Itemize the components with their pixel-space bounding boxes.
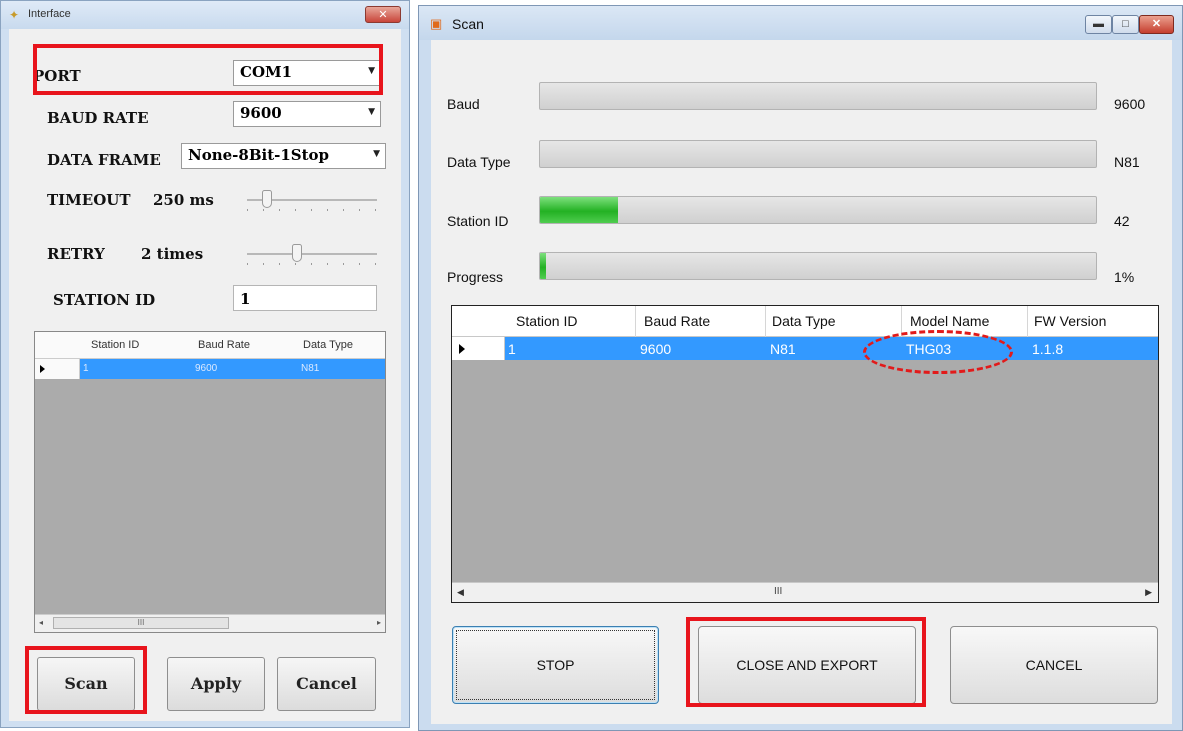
cancel-button[interactable]: Cancel	[277, 657, 376, 711]
scan-title: Scan	[452, 16, 484, 32]
retry-slider-thumb[interactable]	[292, 244, 302, 262]
scan-titlebar: ▣ Scan ▬ □ ✕	[419, 6, 1182, 40]
close-window-button[interactable]: ✕	[1139, 15, 1174, 34]
col-station-id[interactable]: Station ID	[91, 339, 139, 351]
cell-fw-version: 1.1.8	[1032, 341, 1064, 357]
col-fw-version[interactable]: FW Version	[1034, 313, 1106, 329]
timeout-label: TIMEOUT	[47, 191, 131, 209]
cell-data-type: N81	[301, 363, 320, 374]
scroll-left-icon[interactable]: ◀	[457, 587, 464, 598]
col-station-id[interactable]: Station ID	[516, 313, 577, 329]
cell-baud-rate: 9600	[640, 341, 672, 357]
station-id-progress-label: Station ID	[447, 213, 509, 229]
cell-data-type: N81	[770, 341, 796, 357]
scan-highlight-box	[25, 646, 147, 714]
data-type-progress-label: Data Type	[447, 154, 511, 170]
overall-progress-bar	[539, 252, 1097, 280]
data-type-progress-bar	[539, 140, 1097, 168]
retry-label: RETRY	[47, 245, 105, 263]
interface-close-button[interactable]: ✕	[365, 6, 401, 23]
dropdown-arrow-icon: ▼	[373, 149, 380, 159]
interface-grid-header: Station ID Baud Rate Data Type	[35, 332, 385, 359]
scan-app-icon: ▣	[430, 16, 443, 31]
station-id-label: STATION ID	[53, 291, 156, 309]
col-data-type[interactable]: Data Type	[772, 313, 836, 329]
timeout-value: 250 ms	[153, 191, 214, 209]
port-highlight-box	[33, 44, 383, 95]
interface-results-grid[interactable]: Station ID Baud Rate Data Type 1 9600 N8…	[34, 331, 386, 633]
scan-grid-header: Station ID Baud Rate Data Type Model Nam…	[452, 306, 1158, 337]
baud-rate-label: BAUD RATE	[47, 109, 149, 127]
scroll-right-icon[interactable]: ▶	[1145, 587, 1152, 598]
interface-title: Interface	[28, 8, 71, 20]
retry-slider[interactable]	[247, 241, 377, 267]
interface-titlebar: ✦ Interface ✕	[1, 1, 409, 29]
interface-client: PORT COM1 ▼ BAUD RATE 9600 ▼ DATA FRAME …	[9, 29, 401, 721]
data-type-progress-value: N81	[1114, 154, 1140, 170]
scroll-right-icon[interactable]: ▸	[377, 618, 381, 627]
table-row[interactable]: 1 9600 N81	[35, 359, 385, 379]
cell-baud-rate: 9600	[195, 363, 218, 374]
col-baud-rate[interactable]: Baud Rate	[198, 339, 250, 351]
station-id-progress-value: 42	[1114, 213, 1130, 229]
baud-progress-label: Baud	[447, 96, 480, 112]
retry-value: 2 times	[141, 245, 204, 263]
stop-button[interactable]: STOP	[452, 626, 659, 704]
table-row[interactable]: 1 9600 N81 THG03 1.1.8	[452, 337, 1158, 360]
interface-app-icon: ✦	[9, 8, 20, 22]
minimize-button[interactable]: ▬	[1085, 15, 1112, 34]
data-frame-select[interactable]: None-8Bit-1Stop ▼	[181, 143, 386, 169]
apply-button[interactable]: Apply	[167, 657, 265, 711]
interface-window: ✦ Interface ✕ PORT COM1 ▼ BAUD RATE 9600…	[0, 0, 410, 728]
timeout-slider[interactable]	[247, 187, 377, 213]
col-data-type[interactable]: Data Type	[303, 339, 353, 351]
close-export-highlight-box	[686, 617, 926, 707]
baud-rate-select[interactable]: 9600 ▼	[233, 101, 381, 127]
col-baud-rate[interactable]: Baud Rate	[644, 313, 710, 329]
cell-station-id: 1	[508, 341, 516, 357]
timeout-slider-thumb[interactable]	[262, 190, 272, 208]
dropdown-arrow-icon: ▼	[368, 107, 375, 117]
station-id-input[interactable]	[233, 285, 377, 311]
maximize-button[interactable]: □	[1112, 15, 1139, 34]
cancel-scan-button[interactable]: CANCEL	[950, 626, 1158, 704]
baud-rate-select-value: 9600	[240, 104, 282, 122]
scroll-left-icon[interactable]: ◂	[39, 618, 43, 627]
station-id-progress-bar	[539, 196, 1097, 224]
progress-value: 1%	[1114, 269, 1135, 285]
interface-grid-hscrollbar[interactable]: ◂ III ▸	[35, 614, 385, 632]
scan-results-grid[interactable]: Station ID Baud Rate Data Type Model Nam…	[451, 305, 1159, 603]
scan-grid-hscrollbar[interactable]: ◀ III ▶	[452, 582, 1158, 602]
baud-progress-bar	[539, 82, 1097, 110]
cell-station-id: 1	[83, 363, 89, 374]
interface-grid-scroll-thumb[interactable]: III	[53, 617, 229, 629]
col-model-name[interactable]: Model Name	[910, 313, 989, 329]
data-frame-label: DATA FRAME	[47, 151, 161, 169]
row-pointer-icon	[40, 365, 45, 373]
scan-grid-scroll-grip[interactable]: III	[774, 586, 782, 597]
data-frame-select-value: None-8Bit-1Stop	[188, 146, 330, 164]
progress-label: Progress	[447, 269, 504, 285]
baud-progress-value: 9600	[1114, 96, 1146, 112]
row-pointer-icon	[459, 344, 465, 354]
model-name-highlight-ellipse	[863, 330, 1013, 374]
